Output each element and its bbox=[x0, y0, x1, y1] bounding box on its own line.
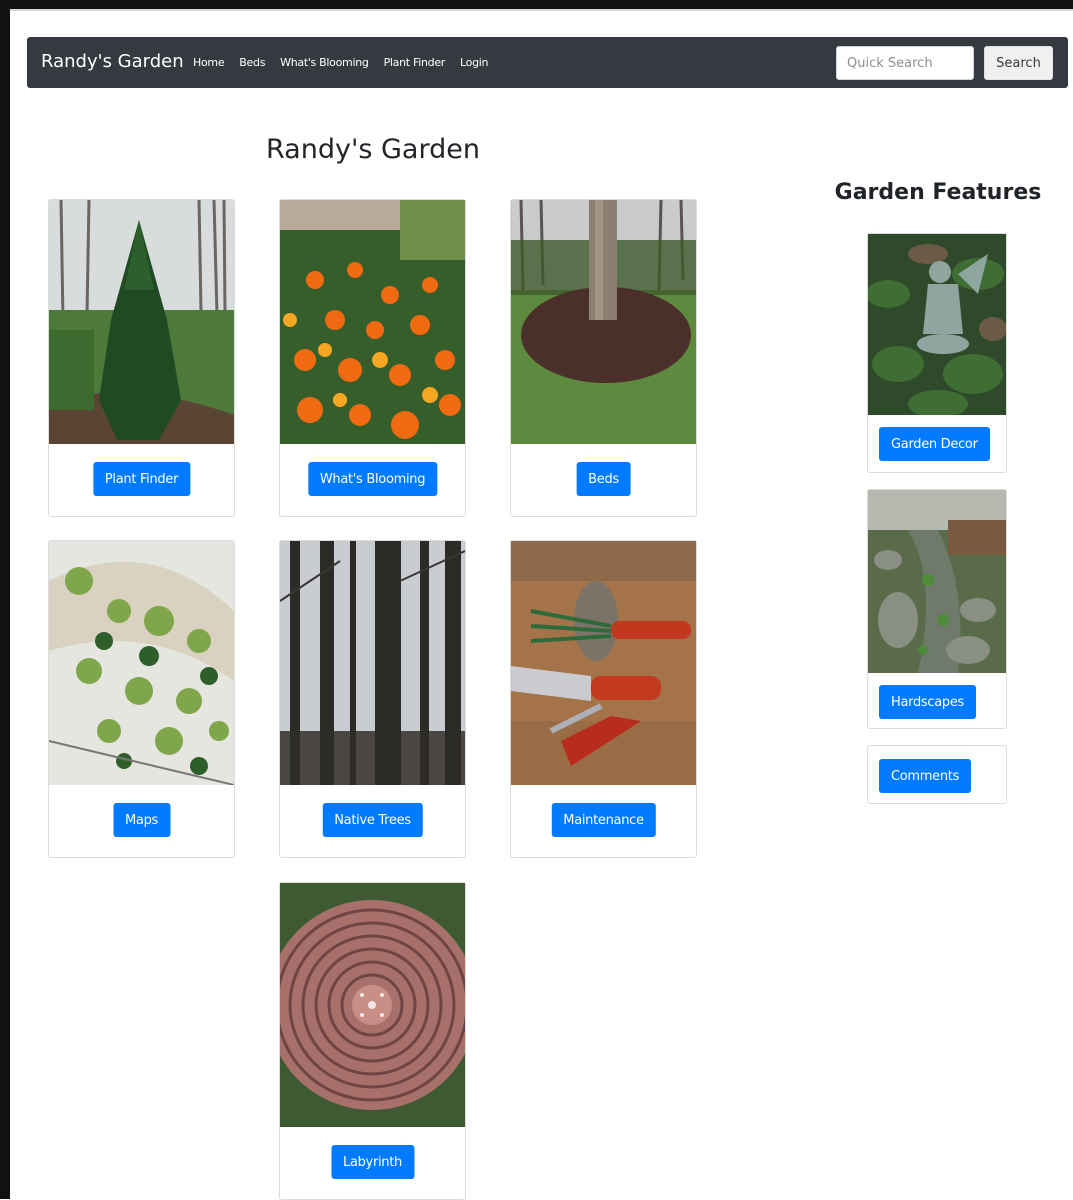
search-button[interactable]: Search bbox=[984, 46, 1053, 80]
card-maps: Maps bbox=[48, 540, 235, 858]
native-trees-button[interactable]: Native Trees bbox=[322, 803, 423, 837]
whats-blooming-button[interactable]: What's Blooming bbox=[307, 462, 438, 496]
card-native-trees: Native Trees bbox=[279, 540, 466, 858]
navbar-brand[interactable]: Randy's Garden bbox=[41, 51, 184, 72]
labyrinth-button[interactable]: Labyrinth bbox=[331, 1145, 414, 1179]
evergreen-tree-photo bbox=[49, 200, 234, 444]
navbar: Randy's Garden Home Beds What's Blooming… bbox=[27, 37, 1068, 88]
beds-button[interactable]: Beds bbox=[576, 462, 631, 496]
comments-button[interactable]: Comments bbox=[879, 759, 972, 793]
garden-features-title: Garden Features bbox=[834, 180, 1042, 205]
window-frame-line bbox=[10, 9, 1073, 11]
nav-link-login[interactable]: Login bbox=[460, 56, 488, 69]
garden-tools-photo bbox=[511, 541, 696, 785]
garden-plan-photo bbox=[49, 541, 234, 785]
window-frame-left bbox=[0, 0, 10, 1199]
garden-decor-button[interactable]: Garden Decor bbox=[879, 427, 990, 461]
hardscapes-button[interactable]: Hardscapes bbox=[879, 685, 977, 719]
feature-card-garden-decor: Garden Decor bbox=[867, 233, 1007, 473]
quick-search-input[interactable] bbox=[836, 46, 974, 80]
card-whats-blooming: What's Blooming bbox=[279, 199, 466, 517]
card-beds: Beds bbox=[510, 199, 697, 517]
nav-link-beds[interactable]: Beds bbox=[239, 56, 265, 69]
nav-link-whats-blooming[interactable]: What's Blooming bbox=[280, 56, 369, 69]
stone-stream-photo bbox=[868, 490, 1006, 673]
maintenance-button[interactable]: Maintenance bbox=[551, 803, 656, 837]
feature-card-comments: Comments bbox=[867, 745, 1007, 804]
plant-finder-button[interactable]: Plant Finder bbox=[92, 462, 191, 496]
maps-button[interactable]: Maps bbox=[112, 803, 171, 837]
card-plant-finder: Plant Finder bbox=[48, 199, 235, 517]
nav-link-plant-finder[interactable]: Plant Finder bbox=[384, 56, 446, 69]
card-maintenance: Maintenance bbox=[510, 540, 697, 858]
fairy-statue-photo bbox=[868, 234, 1006, 415]
card-labyrinth: Labyrinth bbox=[279, 882, 466, 1200]
feature-card-hardscapes: Hardscapes bbox=[867, 489, 1007, 729]
nav-link-home[interactable]: Home bbox=[193, 56, 225, 69]
window-frame-top bbox=[0, 0, 1073, 9]
forest-trunks-photo bbox=[280, 541, 465, 785]
nav-links: Home Beds What's Blooming Plant Finder L… bbox=[193, 56, 503, 69]
orange-zinnias-photo bbox=[280, 200, 465, 444]
mulched-bed-photo bbox=[511, 200, 696, 444]
brick-labyrinth-photo bbox=[280, 883, 465, 1127]
page-title: Randy's Garden bbox=[266, 134, 480, 165]
